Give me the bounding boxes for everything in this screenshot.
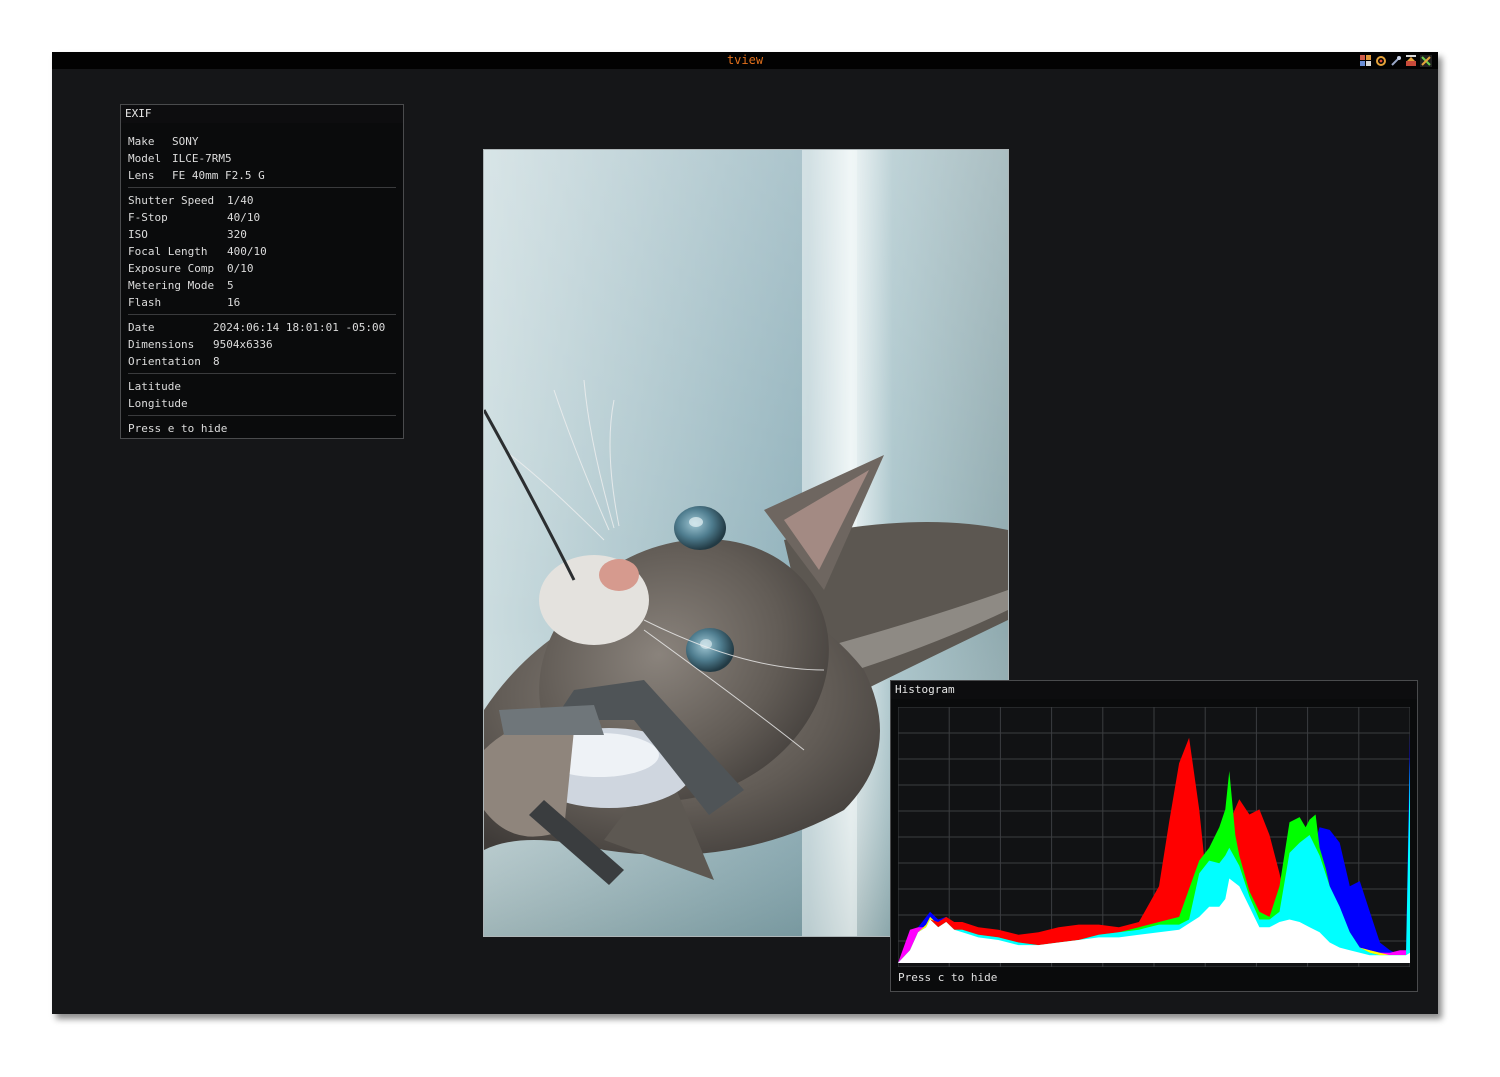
exif-separator	[128, 187, 396, 188]
exif-key: Longitude	[128, 397, 188, 410]
exif-row: ISO 320	[128, 226, 396, 243]
exif-key: Exposure Comp	[128, 262, 215, 275]
exif-separator	[128, 415, 396, 416]
exif-value: SONY	[172, 135, 199, 148]
exif-row: Make SONY	[128, 133, 396, 150]
exif-value: 400/10	[227, 245, 267, 258]
exif-key: Make	[128, 135, 155, 148]
exif-key: ISO	[128, 228, 148, 241]
exif-row: Lens FE 40mm F2.5 G	[128, 167, 396, 184]
exif-value: 40/10	[227, 211, 261, 224]
exif-separator	[128, 373, 396, 374]
histogram-panel-title[interactable]: Histogram	[891, 681, 1417, 699]
exif-value: ILCE-7RM5	[172, 152, 232, 165]
exif-row: Orientation 8	[128, 353, 396, 370]
exif-hint: Press e to hide	[128, 422, 228, 435]
histogram-panel[interactable]: Histogram Press c to hide	[890, 680, 1418, 992]
exif-panel-title[interactable]: EXIF	[121, 105, 403, 123]
exif-value: 5	[227, 279, 234, 292]
histogram-chart	[898, 707, 1410, 967]
exif-key: Focal Length	[128, 245, 208, 258]
exif-value: 2024:06:14 18:01:01 -05:00	[213, 321, 386, 334]
exif-key: Lens	[128, 169, 155, 182]
exif-key: Latitude	[128, 380, 181, 393]
exif-key: Metering Mode	[128, 279, 215, 292]
exif-row: Model ILCE-7RM5	[128, 150, 396, 167]
exif-value: 8	[213, 355, 220, 368]
exif-fields: Make SONY Model ILCE-7RM5 Lens FE 40mm F2.5 G…	[128, 133, 396, 437]
histogram-hint: Press c to hide	[898, 971, 998, 984]
exif-key: Flash	[128, 296, 162, 309]
target-icon[interactable]	[1375, 55, 1387, 67]
exif-key: Shutter Speed	[128, 194, 215, 207]
exif-key: Orientation	[128, 355, 201, 368]
title-bar: tview	[52, 52, 1438, 69]
exif-value: FE 40mm F2.5 G	[172, 169, 265, 182]
exif-row: Dimensions 9504x6336	[128, 336, 396, 353]
exif-key: F-Stop	[128, 211, 168, 224]
exif-row: Shutter Speed 1/40	[128, 192, 396, 209]
tview-window: tview EXIF Make SONY Model ILCE-7RM5 Len…	[52, 52, 1438, 1014]
pin-icon[interactable]	[1390, 55, 1402, 67]
window-title: tview	[726, 53, 764, 67]
exif-value: 320	[227, 228, 247, 241]
exif-key: Dimensions	[128, 338, 195, 351]
exif-row: Longitude	[128, 395, 396, 412]
maximize-icon[interactable]	[1405, 54, 1417, 67]
grid-icon[interactable]	[1360, 54, 1372, 67]
exif-row: Flash 16	[128, 294, 396, 311]
exif-value: 16	[227, 296, 241, 309]
exif-panel[interactable]: EXIF Make SONY Model ILCE-7RM5 Lens FE 40mm F…	[120, 104, 404, 439]
exif-row: Focal Length 400/10	[128, 243, 396, 260]
exif-key: Model	[128, 152, 162, 165]
exif-key: Date	[128, 321, 155, 334]
exif-row: Exposure Comp 0/10	[128, 260, 396, 277]
exif-value: 9504x6336	[213, 338, 273, 351]
exif-row: Date 2024:06:14 18:01:01 -05:00	[128, 319, 396, 336]
exif-row: Metering Mode 5	[128, 277, 396, 294]
exif-value: 1/40	[227, 194, 254, 207]
title-bar-controls	[1360, 54, 1432, 67]
close-icon[interactable]	[1420, 54, 1432, 67]
exif-row: F-Stop 40/10	[128, 209, 396, 226]
exif-separator	[128, 314, 396, 315]
exif-row: Latitude	[128, 378, 396, 395]
exif-value: 0/10	[227, 262, 254, 275]
